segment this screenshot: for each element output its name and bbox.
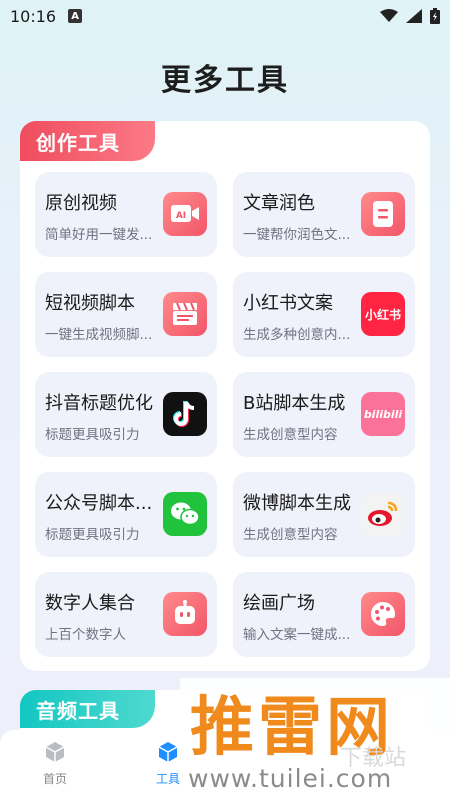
status-indicators [380,8,440,24]
tool-card-article-polish[interactable]: 文章润色 一键帮你润色文... [233,172,415,257]
nav-label-home: 首页 [42,772,67,786]
tool-card-weibo-script[interactable]: 微博脚本生成 生成创意型内容 [233,472,415,557]
tool-card-short-video-script[interactable]: 短视频脚本 一键生成视频脚... [35,272,217,357]
tool-title: 绘画广场 [243,593,315,614]
tool-card-bilibili-script[interactable]: B站脚本生成 生成创意型内容 bilibili [233,372,415,457]
tool-title: 微博脚本生成 [243,493,351,514]
tool-title: 数字人集合 [45,593,135,614]
tool-subtitle: 一键生成视频脚... [45,327,153,343]
tool-subtitle: 标题更具吸引力 [45,427,140,443]
tool-card-painting-square[interactable]: 绘画广场 输入文案一键成... [233,572,415,657]
nav-item-home[interactable]: 首页 [25,740,85,787]
tool-subtitle: 一键帮你润色文... [243,227,351,243]
status-time: 10:16 [10,6,57,26]
tool-title: 文章润色 [243,193,315,214]
tool-card-wechat-script[interactable]: 公众号脚本... 标题更具吸引力 [35,472,217,557]
tool-subtitle: 标题更具吸引力 [45,527,140,543]
bilibili-icon: bilibili [361,392,405,436]
tool-card-xiaohongshu-copy[interactable]: 小红书文案 生成多种创意内... 小红书 [233,272,415,357]
battery-icon [430,8,440,24]
tool-card-digital-human[interactable]: 数字人集合 上百个数字人 [35,572,217,657]
home-cube-icon [45,742,65,762]
weibo-icon [361,492,405,536]
ai-video-icon: AI [163,192,207,236]
section-title-audio-tools: 音频工具 [20,690,155,728]
clapperboard-icon [163,292,207,336]
tool-card-original-video[interactable]: 原创视频 简单好用一键发... AI [35,172,217,257]
robot-icon [163,592,207,636]
tool-subtitle: 生成多种创意内... [243,327,351,343]
wifi-icon [380,9,398,22]
tool-subtitle: 输入文案一键成... [243,627,351,643]
wechat-icon [163,492,207,536]
douyin-icon [163,392,207,436]
palette-icon [361,592,405,636]
tool-title: 小红书文案 [243,293,333,314]
tool-subtitle: 生成创意型内容 [243,427,338,443]
tool-title: 抖音标题优化 [45,393,153,414]
tool-title: 公众号脚本... [45,493,153,514]
signal-icon [406,9,422,23]
tool-subtitle: 上百个数字人 [45,627,126,643]
tool-title: B站脚本生成 [243,393,346,414]
page-title: 更多工具 [161,63,289,98]
watermark-url: www.tuilei.com [188,764,393,793]
status-bar: 10:16 A [0,0,450,32]
tool-subtitle: 生成创意型内容 [243,527,338,543]
tool-title: 原创视频 [45,193,117,214]
tool-card-douyin-title[interactable]: 抖音标题优化 标题更具吸引力 [35,372,217,457]
svg-text:AI: AI [176,211,186,221]
tool-subtitle: 简单好用一键发... [45,227,153,243]
notification-a-icon: A [68,9,83,23]
section-title-creation-tools: 创作工具 [20,121,155,161]
document-icon [361,192,405,236]
tool-title: 短视频脚本 [45,293,135,314]
tools-cube-icon [158,742,178,762]
xiaohongshu-icon: 小红书 [361,292,405,336]
